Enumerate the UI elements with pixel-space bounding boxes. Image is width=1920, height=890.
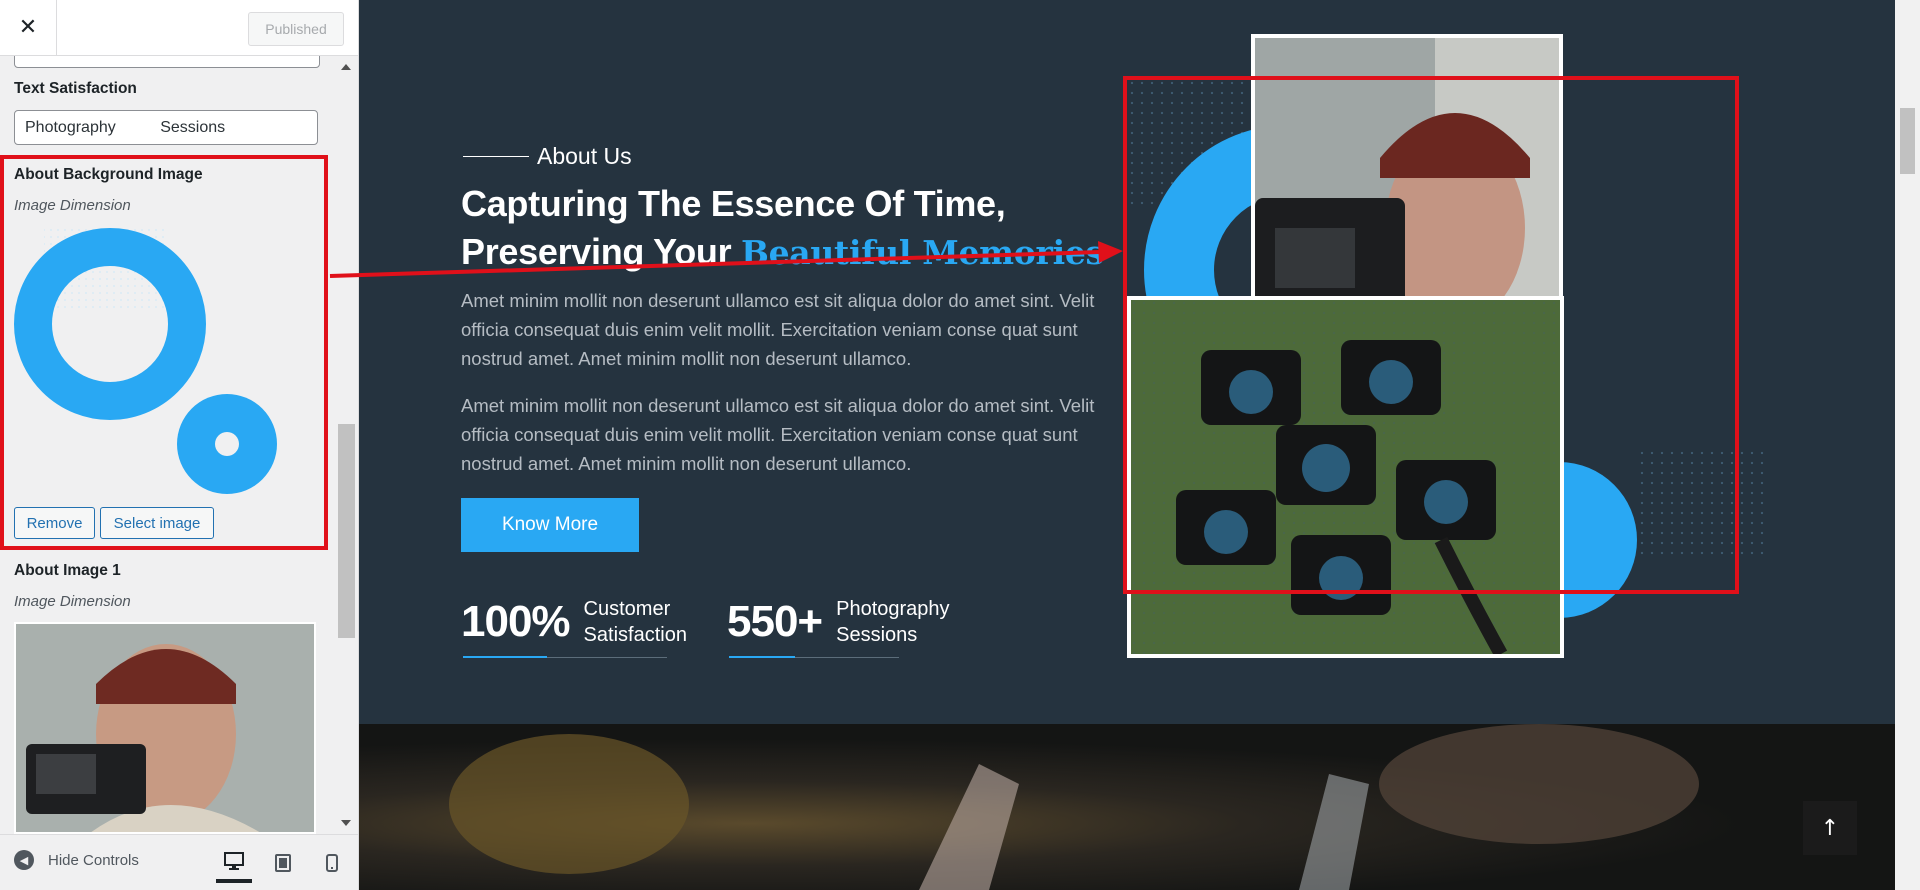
annotation-arrow [329,241,1123,278]
